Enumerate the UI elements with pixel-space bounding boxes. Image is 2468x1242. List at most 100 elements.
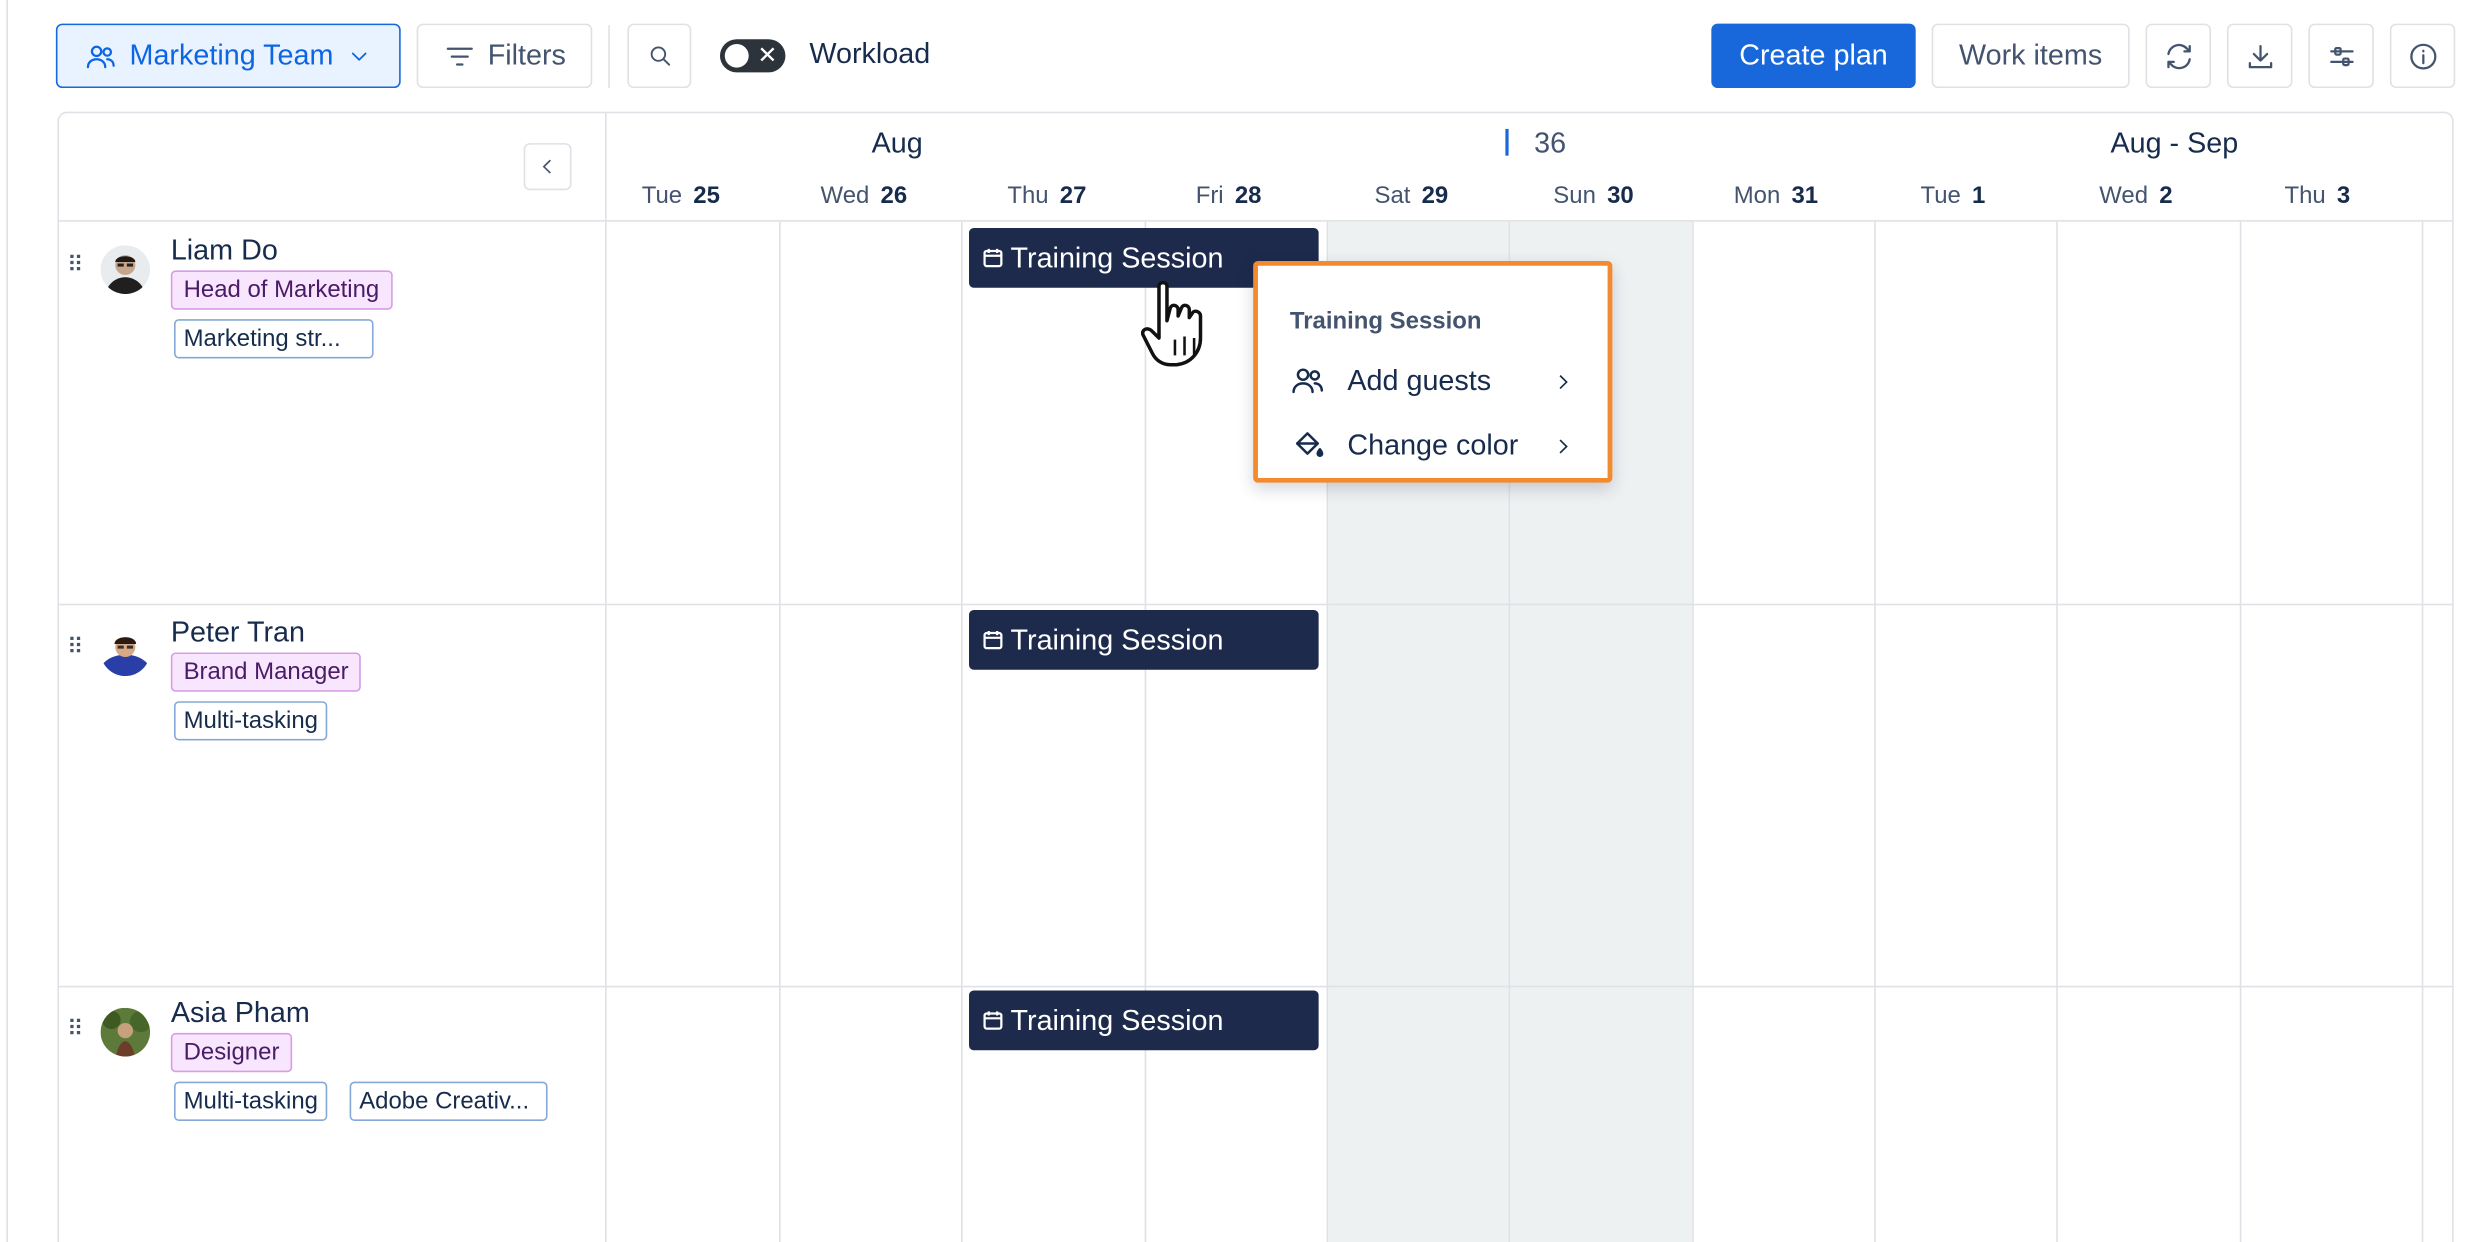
day-date: 30 <box>1607 182 1634 210</box>
day-date: 29 <box>1421 182 1449 210</box>
toolbar-divider <box>608 25 610 89</box>
menu-title: Training Session <box>1289 308 1482 335</box>
view-settings-button[interactable] <box>2308 23 2374 89</box>
planner-view: Marketing Team Filters ✕ Workload Create… <box>0 0 2468 1242</box>
person-name: Liam Do <box>170 234 278 266</box>
chevron-left-icon <box>536 156 558 178</box>
calendar-icon <box>982 629 1004 651</box>
calendar-icon <box>982 1009 1004 1031</box>
week-number: 36 <box>1534 127 1567 159</box>
day-divider <box>1874 221 1876 1242</box>
calendar-icon <box>982 247 1004 269</box>
day-divider <box>779 221 781 1242</box>
filter-icon <box>443 40 475 71</box>
drag-handle-icon[interactable]: ⠿ <box>67 253 86 275</box>
day-of-week: Sun <box>1553 182 1596 210</box>
drag-handle-icon[interactable]: ⠿ <box>67 1017 86 1039</box>
role-badge: Brand Manager <box>170 652 362 692</box>
day-of-week: Fri <box>1195 182 1224 210</box>
change-color-menu-item[interactable]: Change color <box>1290 423 1577 467</box>
day-date: 3 <box>2336 182 2351 210</box>
day-header: Thu 27 <box>1007 182 1086 209</box>
create-plan-button[interactable]: Create plan <box>1711 23 1916 89</box>
sliders-icon <box>2325 40 2357 71</box>
day-header: Tue 1 <box>1920 182 1985 209</box>
page-edge-divider <box>6 0 8 1242</box>
team-icon <box>85 40 117 71</box>
day-header: Tue 25 <box>642 182 720 209</box>
day-date: 25 <box>693 182 720 210</box>
day-header: Sun 30 <box>1553 182 1633 209</box>
month-label: Aug - Sep <box>2110 127 2239 159</box>
hand-cursor-icon <box>1137 277 1233 384</box>
day-header: Mon 31 <box>1734 182 1818 209</box>
person-name: Peter Tran <box>170 616 305 648</box>
role-badge: Designer <box>170 1032 293 1073</box>
toggle-off-icon: ✕ <box>757 42 778 70</box>
day-divider <box>2056 221 2058 1242</box>
row-divider <box>57 985 2454 988</box>
event-bar[interactable]: Training Session <box>969 990 1319 1051</box>
day-of-week: Wed <box>820 182 870 210</box>
chevron-down-icon <box>346 43 372 68</box>
drag-handle-icon[interactable]: ⠿ <box>67 635 86 657</box>
paint-bucket-icon <box>1290 428 1325 463</box>
day-date: 26 <box>880 182 908 210</box>
day-of-week: Mon <box>1733 182 1781 210</box>
toggle-knob <box>724 44 749 68</box>
day-date: 1 <box>1972 182 1986 210</box>
event-title: Training Session <box>1010 1003 1224 1036</box>
row-divider <box>57 603 2454 606</box>
role-badge: Head of Marketing <box>170 270 393 310</box>
collapse-panel-button[interactable] <box>523 143 572 191</box>
workload-toggle[interactable]: ✕ <box>719 39 786 73</box>
day-date: 27 <box>1059 182 1087 210</box>
skill-tag[interactable]: Multi-tasking <box>174 1081 328 1121</box>
day-divider <box>1692 221 1694 1242</box>
filters-button[interactable]: Filters <box>416 23 593 89</box>
day-of-week: Tue <box>1920 182 1961 210</box>
day-date: 28 <box>1234 182 1262 210</box>
day-header: Wed 2 <box>2099 182 2172 209</box>
download-button[interactable] <box>2226 23 2293 89</box>
day-divider <box>961 221 963 1242</box>
refresh-button[interactable] <box>2145 23 2212 89</box>
skill-tag[interactable]: Adobe Creativ... <box>349 1081 548 1121</box>
day-divider <box>2239 221 2242 1242</box>
chevron-right-icon <box>1552 368 1574 390</box>
download-icon <box>2244 40 2276 71</box>
day-of-week: Thu <box>1007 182 1049 210</box>
avatar <box>100 627 151 677</box>
day-date: 2 <box>2159 182 2173 210</box>
day-of-week: Tue <box>641 182 683 210</box>
workload-label: Workload <box>809 37 931 70</box>
day-of-week: Thu <box>2284 182 2326 210</box>
work-items-button[interactable]: Work items <box>1931 23 2130 89</box>
event-context-menu: Training Session Add guests Change color <box>1253 260 1613 483</box>
menu-item-label: Add guests <box>1347 363 1492 396</box>
day-header: Thu 3 <box>2284 182 2350 209</box>
day-of-week: Wed <box>2099 182 2149 210</box>
team-selector-button[interactable]: Marketing Team <box>55 23 401 89</box>
week-marker <box>1505 128 1509 156</box>
event-bar[interactable]: Training Session <box>969 610 1319 670</box>
search-icon <box>646 42 673 69</box>
event-title: Training Session <box>1010 623 1224 655</box>
day-header: Wed 26 <box>821 182 908 209</box>
month-label: Aug <box>871 127 923 159</box>
chevron-right-icon <box>1552 432 1574 454</box>
header-divider <box>57 220 2454 222</box>
filters-label: Filters <box>487 39 566 71</box>
team-selector-label: Marketing Team <box>129 39 334 71</box>
search-button[interactable] <box>627 23 692 89</box>
add-guests-menu-item[interactable]: Add guests <box>1290 358 1577 402</box>
info-button[interactable] <box>2389 23 2456 89</box>
skill-tag[interactable]: Multi-tasking <box>174 701 328 741</box>
event-title: Training Session <box>1010 241 1224 273</box>
day-header: Fri 28 <box>1196 182 1262 209</box>
info-icon <box>2407 40 2439 71</box>
people-icon <box>1290 363 1325 398</box>
skill-tag[interactable]: Marketing str... <box>174 319 374 359</box>
avatar <box>100 1007 151 1057</box>
day-header: Sat 29 <box>1375 182 1449 209</box>
